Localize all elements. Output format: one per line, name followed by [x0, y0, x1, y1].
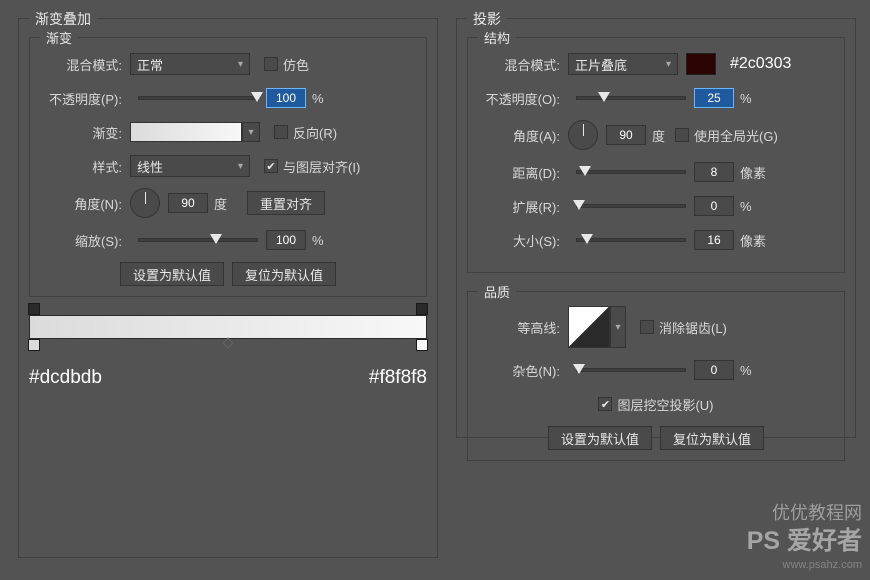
align-label: 与图层对齐(I): [283, 157, 360, 176]
reverse-checkbox[interactable]: [274, 125, 288, 139]
chevron-down-icon[interactable]: ▾: [610, 306, 626, 348]
set-default-button[interactable]: 设置为默认值: [120, 262, 224, 286]
structure-group: 结构 混合模式: 正片叠底 ▾ #2c0303 不透明度(O): % 角度(A)…: [467, 37, 845, 273]
spread-unit: %: [740, 199, 752, 214]
blend-mode-value: 正片叠底: [575, 55, 627, 74]
blend-mode-select[interactable]: 正片叠底 ▾: [568, 53, 678, 75]
opacity-stop-left[interactable]: [28, 303, 40, 315]
global-light-label: 使用全局光(G): [694, 126, 778, 145]
angle-input[interactable]: [606, 125, 646, 145]
color-stop-right[interactable]: [416, 339, 428, 351]
panel-title: 投影: [467, 9, 507, 29]
group-title: 结构: [478, 28, 516, 47]
distance-label: 距离(D):: [478, 163, 568, 182]
angle-dial[interactable]: [568, 120, 598, 150]
spread-label: 扩展(R):: [478, 197, 568, 216]
opacity-unit: %: [740, 91, 752, 106]
watermark-line1: 优优教程网: [747, 502, 862, 525]
dither-label: 仿色: [283, 55, 309, 74]
chevron-down-icon: ▾: [238, 161, 243, 172]
global-light-checkbox[interactable]: [675, 128, 689, 142]
color-stop-left[interactable]: [28, 339, 40, 351]
distance-unit: 像素: [740, 163, 766, 182]
reverse-label: 反向(R): [293, 123, 337, 142]
knockout-label: 图层挖空投影(U): [617, 395, 713, 414]
scale-input[interactable]: [266, 230, 306, 250]
opacity-input[interactable]: [694, 88, 734, 108]
noise-input[interactable]: [694, 360, 734, 380]
blend-mode-select[interactable]: 正常 ▾: [130, 53, 250, 75]
dither-checkbox[interactable]: [264, 57, 278, 71]
angle-label: 角度(A):: [478, 126, 568, 145]
shadow-color-hex: #2c0303: [730, 55, 791, 73]
opacity-input[interactable]: [266, 88, 306, 108]
gradient-label: 渐变:: [40, 123, 130, 142]
angle-label: 角度(N):: [40, 194, 130, 213]
gradient-overlay-panel: 渐变叠加 渐变 混合模式: 正常 ▾ 仿色 不透明度(P): % 渐变:: [18, 18, 438, 558]
drop-shadow-panel: 投影 结构 混合模式: 正片叠底 ▾ #2c0303 不透明度(O): % 角度…: [456, 18, 856, 438]
angle-input[interactable]: [168, 193, 208, 213]
noise-unit: %: [740, 363, 752, 378]
group-title: 品质: [478, 282, 516, 301]
opacity-slider[interactable]: [138, 96, 258, 100]
distance-input[interactable]: [694, 162, 734, 182]
size-slider[interactable]: [576, 238, 686, 242]
scale-slider[interactable]: [138, 238, 258, 242]
chevron-down-icon[interactable]: ▾: [242, 122, 260, 142]
opacity-unit: %: [312, 91, 324, 106]
blend-mode-label: 混合模式:: [478, 55, 568, 74]
noise-label: 杂色(N):: [478, 361, 568, 380]
reset-align-button[interactable]: 重置对齐: [247, 191, 325, 215]
scale-label: 缩放(S):: [40, 231, 130, 250]
contour-picker[interactable]: ▾: [568, 306, 626, 348]
size-label: 大小(S):: [478, 231, 568, 250]
spread-slider[interactable]: [576, 204, 686, 208]
chevron-down-icon: ▾: [238, 59, 243, 70]
shadow-color-swatch[interactable]: [686, 53, 716, 75]
knockout-checkbox[interactable]: [598, 397, 612, 411]
opacity-stop-right[interactable]: [416, 303, 428, 315]
style-select[interactable]: 线性 ▾: [130, 155, 250, 177]
gradient-picker[interactable]: ▾: [130, 122, 260, 142]
color-hex-left: #dcdbdb: [29, 367, 102, 389]
group-title: 渐变: [40, 28, 78, 47]
contour-label: 等高线:: [478, 318, 568, 337]
noise-slider[interactable]: [576, 368, 686, 372]
set-default-button[interactable]: 设置为默认值: [548, 426, 652, 450]
watermark-line2: PS 爱好者: [747, 527, 862, 555]
opacity-label: 不透明度(O):: [478, 89, 568, 108]
chevron-down-icon: ▾: [666, 59, 671, 70]
contour-swatch[interactable]: [568, 306, 610, 348]
distance-slider[interactable]: [576, 170, 686, 174]
color-hex-right: #f8f8f8: [369, 367, 427, 389]
reset-default-button[interactable]: 复位为默认值: [232, 262, 336, 286]
antialias-label: 消除锯齿(L): [659, 318, 727, 337]
quality-group: 品质 等高线: ▾ 消除锯齿(L) 杂色(N): % 图层挖空投影(U) 设置为…: [467, 291, 845, 461]
gradient-bar[interactable]: [29, 315, 427, 339]
watermark-line3: www.psahz.com: [747, 558, 862, 572]
gradient-swatch[interactable]: [130, 122, 242, 142]
spread-input[interactable]: [694, 196, 734, 216]
gradient-editor: #dcdbdb #f8f8f8: [29, 315, 427, 389]
panel-title: 渐变叠加: [29, 9, 97, 29]
reset-default-button[interactable]: 复位为默认值: [660, 426, 764, 450]
midpoint-marker[interactable]: [222, 337, 233, 348]
style-label: 样式:: [40, 157, 130, 176]
watermark: 优优教程网 PS 爱好者 www.psahz.com: [747, 502, 862, 572]
blend-mode-value: 正常: [137, 55, 163, 74]
opacity-slider[interactable]: [576, 96, 686, 100]
angle-unit: 度: [214, 194, 227, 213]
antialias-checkbox[interactable]: [640, 320, 654, 334]
angle-unit: 度: [652, 126, 665, 145]
size-unit: 像素: [740, 231, 766, 250]
blend-mode-label: 混合模式:: [40, 55, 130, 74]
scale-unit: %: [312, 233, 324, 248]
opacity-label: 不透明度(P):: [40, 89, 130, 108]
style-value: 线性: [137, 157, 163, 176]
gradient-group: 渐变 混合模式: 正常 ▾ 仿色 不透明度(P): % 渐变: ▾: [29, 37, 427, 297]
angle-dial[interactable]: [130, 188, 160, 218]
size-input[interactable]: [694, 230, 734, 250]
align-checkbox[interactable]: [264, 159, 278, 173]
